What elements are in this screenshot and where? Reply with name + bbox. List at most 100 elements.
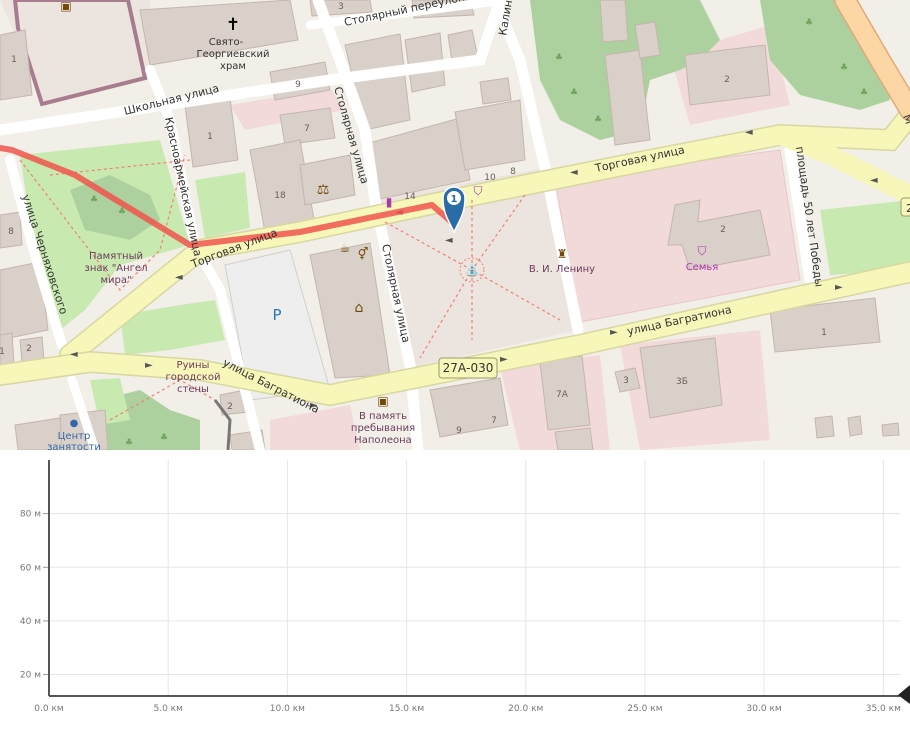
office-icon: ● (70, 418, 79, 429)
label-napoleon-1: В память (359, 411, 407, 422)
tree-icon: ♣ (160, 433, 168, 443)
building (814, 415, 835, 439)
house-number: 1 (11, 55, 17, 65)
label-semya: Семья (686, 262, 719, 273)
y-tick-label: 60 м (20, 563, 41, 573)
oneway-arrow: ◄ (570, 167, 578, 178)
house-number: 2 (26, 344, 32, 354)
x-tick-label: 10.0 км (270, 704, 305, 714)
oneway-arrow: ► (145, 360, 153, 371)
house-number: 3Б (676, 377, 688, 387)
x-tick-label: 15.0 км (389, 704, 424, 714)
tree-icon: ♣ (570, 88, 578, 98)
shop-icon: ▮ (386, 195, 393, 209)
oneway-arrow: ◄ (175, 272, 183, 283)
house-number: 2 (227, 402, 233, 412)
cafe-icon: ☕ (340, 241, 351, 255)
house-number: 9 (456, 426, 462, 436)
y-tick-label: 20 м (20, 671, 41, 681)
edge-road-shield-label: 2 (906, 202, 910, 215)
museum-icon: ⌂ (355, 300, 364, 316)
building (599, 0, 629, 43)
chart-grid (43, 460, 900, 696)
house-number: 8 (510, 167, 516, 177)
x-tick-label: 5.0 км (153, 704, 182, 714)
house-number: 1 (821, 328, 827, 338)
oneway-arrow: ► (835, 282, 843, 293)
building (454, 99, 526, 171)
house-number: 10 (484, 173, 496, 183)
label-church-1: Свято- (209, 37, 244, 48)
x-tick-label: 30.0 км (747, 704, 782, 714)
elevation-chart[interactable]: 80 м 60 м 40 м 20 м 0.0 км 5.0 км 10.0 км 15.0… (0, 450, 910, 750)
house-number: 3 (623, 376, 629, 386)
x-tick-label: 20.0 км (508, 704, 543, 714)
label-ruins-2: городской (166, 372, 221, 383)
building (847, 415, 863, 437)
courthouse-scale-icon: ⚖ (317, 182, 330, 198)
y-tick-label: 80 м (20, 510, 41, 520)
house-number: 1 (0, 347, 5, 357)
x-axis-ticks: 0.0 км 5.0 км 10.0 км 15.0 км 20.0 км 25.0 км… (34, 704, 901, 714)
building (634, 21, 661, 59)
parking-icon: P (272, 306, 281, 324)
marker-number: 1 (451, 194, 458, 205)
label-ruins-1: Руины (177, 360, 210, 371)
toilets-icon: ⚥ (358, 247, 369, 261)
tree-icon: ♣ (118, 207, 126, 217)
oneway-arrow: ► (610, 327, 618, 338)
label-center-2: занятости (47, 442, 101, 450)
basket-icon: ⛉ (473, 184, 482, 198)
label-monument-2: знак "Ангел (85, 263, 148, 274)
house-number: 7 (491, 416, 497, 426)
memorial-icon: ▣ (377, 394, 388, 408)
road-shield-label: 27А-030 (443, 361, 494, 375)
tree-icon: ♣ (860, 88, 868, 98)
x-tick-label: 25.0 км (627, 704, 662, 714)
label-napoleon-2: пребывания (351, 423, 415, 434)
elevation-profile[interactable]: 80 м 60 м 40 м 20 м 0.0 км 5.0 км 10.0 км 15.0… (0, 450, 910, 750)
house-number: 8 (8, 227, 14, 237)
house-number: 2 (720, 225, 726, 235)
oneway-arrow: ◄ (745, 127, 753, 138)
building (554, 427, 594, 450)
x-tick-label: 0.0 км (34, 704, 63, 714)
house-number: 9 (295, 80, 301, 90)
building (479, 77, 512, 105)
label-ruins-3: стены (177, 384, 209, 395)
label-lenin: В. И. Ленину (529, 264, 595, 275)
house-number: 7 (304, 124, 310, 134)
tree-icon: ♣ (805, 18, 813, 28)
profile-end-arrow-icon[interactable] (898, 685, 910, 704)
y-tick-label: 40 м (20, 617, 41, 627)
tree-icon: ♣ (840, 63, 848, 73)
church-cross-icon: ✝ (226, 15, 240, 35)
statue-icon: ♜ (557, 247, 568, 261)
label-monument-3: мира" (100, 275, 131, 286)
house-number: 2 (724, 75, 730, 85)
label-church-2: Георгиевский (196, 49, 269, 60)
label-church-3: храм (220, 61, 246, 72)
house-number: 18 (274, 191, 286, 201)
oneway-arrow: ◄ (70, 349, 78, 360)
y-axis-ticks: 80 м 60 м 40 м 20 м (20, 510, 41, 681)
label-napoleon-3: Наполеона (354, 435, 412, 446)
house-number: 14 (404, 192, 416, 202)
house-number: 3 (338, 2, 344, 12)
label-center-1: Центр (58, 431, 91, 442)
oneway-arrow: ► (500, 354, 508, 365)
label-monument-1: Памятный (89, 251, 143, 262)
oneway-arrow: ◄ (445, 235, 453, 246)
fountain-icon: ⛲ (465, 263, 480, 277)
tree-icon: ♣ (555, 53, 563, 63)
x-tick-label: 35.0 км (866, 704, 901, 714)
map-view[interactable]: ◄ ◄ ◄ ◄ ◄ ► ► ► ► ► ◄ ◄ Столярный переул… (0, 0, 910, 450)
house-number: 1 (207, 132, 213, 142)
house-number: 7А (556, 390, 569, 400)
map-canvas[interactable]: ◄ ◄ ◄ ◄ ◄ ► ► ► ► ► ◄ ◄ Столярный переул… (0, 0, 910, 450)
tree-icon: ♣ (90, 195, 98, 205)
building (881, 422, 900, 437)
monument-icon: ▣ (60, 0, 71, 13)
tree-icon: ♣ (125, 438, 133, 448)
tree-icon: ♣ (594, 115, 602, 125)
